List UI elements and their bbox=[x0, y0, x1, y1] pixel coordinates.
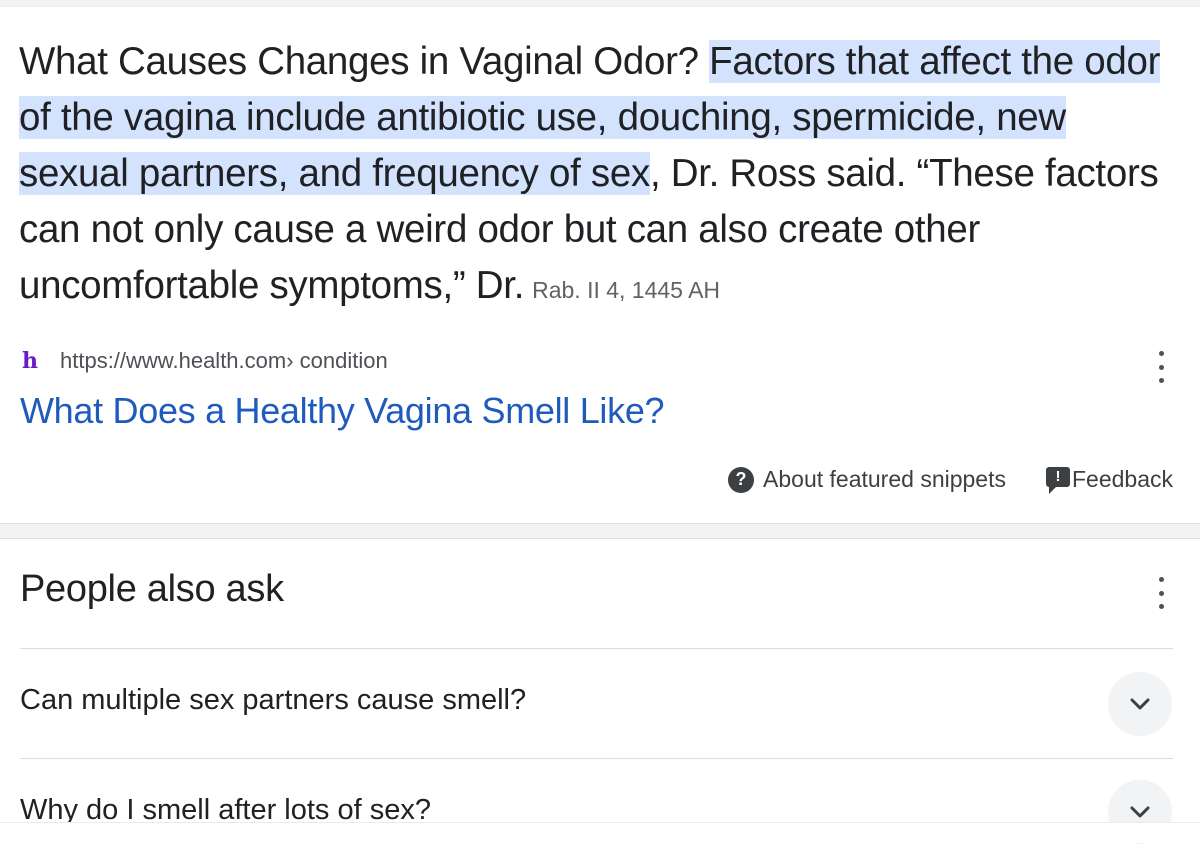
feedback-flag-icon: ! bbox=[1045, 466, 1070, 494]
divider bbox=[20, 648, 1173, 649]
paa-more-options-icon[interactable] bbox=[1149, 577, 1173, 609]
snippet-lead: What Causes Changes in Vaginal Odor? bbox=[19, 40, 710, 83]
about-label: About featured snippets bbox=[763, 466, 1006, 492]
people-also-ask-title: People also ask bbox=[20, 568, 284, 610]
top-separator bbox=[0, 0, 1200, 7]
result-url-path[interactable]: › condition bbox=[286, 348, 388, 374]
snippet-footer: ? About featured snippets ! Feedback bbox=[728, 466, 1173, 494]
snippet-date: Rab. II 4, 1445 AH bbox=[532, 277, 721, 303]
more-options-icon[interactable] bbox=[1149, 351, 1173, 383]
feedback-button[interactable]: ! Feedback bbox=[1045, 466, 1173, 494]
chevron-down-icon[interactable] bbox=[1108, 672, 1172, 736]
site-favicon: h bbox=[22, 348, 38, 374]
divider bbox=[20, 758, 1173, 759]
about-featured-snippets-button[interactable]: ? About featured snippets bbox=[728, 466, 1006, 493]
question-circle-icon: ? bbox=[728, 466, 755, 493]
feedback-label: Feedback bbox=[1071, 466, 1173, 492]
section-divider bbox=[0, 523, 1200, 539]
paa-question[interactable]: Can multiple sex partners cause smell? bbox=[20, 684, 526, 717]
result-url[interactable]: https://www.health.com bbox=[60, 348, 286, 374]
result-title-link[interactable]: What Does a Healthy Vagina Smell Like? bbox=[20, 390, 665, 432]
featured-snippet-text: What Causes Changes in Vaginal Odor? Fac… bbox=[19, 34, 1184, 318]
bottom-navigation-bar bbox=[0, 822, 1200, 843]
result-source[interactable]: h https://www.health.com › condition bbox=[22, 344, 388, 378]
